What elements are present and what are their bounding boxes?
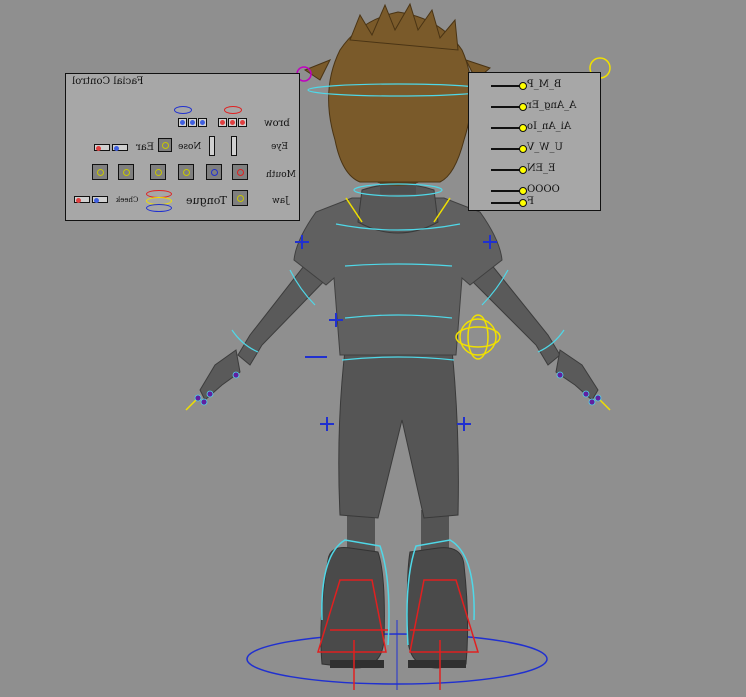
mouth-ctl-3[interactable] bbox=[150, 164, 166, 180]
phoneme-slider-handle[interactable] bbox=[519, 145, 527, 153]
brow-ctl-l2[interactable] bbox=[188, 118, 197, 127]
ear-ctl-1[interactable] bbox=[94, 144, 110, 151]
phoneme-row[interactable]: A_Ang_Er bbox=[469, 100, 602, 112]
tongue-ctl[interactable] bbox=[146, 190, 172, 214]
phoneme-label: B_M_P bbox=[527, 79, 562, 90]
mouth-ctl-2[interactable] bbox=[118, 164, 134, 180]
phoneme-slider-handle[interactable] bbox=[519, 82, 527, 90]
legs[interactable] bbox=[320, 510, 469, 669]
brow-blue-control[interactable] bbox=[174, 106, 192, 114]
label-cheek: Cheek bbox=[116, 196, 139, 204]
cheek-ctl-2[interactable] bbox=[92, 196, 108, 203]
phoneme-row[interactable]: Ai_An_Io bbox=[469, 121, 602, 133]
facial-control-panel[interactable]: Facial Control brow Eye Nose Ear Mouth J… bbox=[65, 73, 300, 221]
phoneme-row[interactable]: U_W_V bbox=[469, 142, 602, 154]
phoneme-row[interactable]: B_M_P bbox=[469, 79, 602, 91]
brow-ctl-l3[interactable] bbox=[198, 118, 207, 127]
nose-ctl[interactable] bbox=[158, 138, 172, 152]
phoneme-label: A_Ang_Er bbox=[527, 100, 577, 111]
mouth-ctl-1[interactable] bbox=[92, 164, 108, 180]
phoneme-label: E_EN bbox=[527, 163, 556, 174]
phoneme-slider-handle[interactable] bbox=[519, 103, 527, 111]
brow-ctl-r1[interactable] bbox=[218, 118, 227, 127]
phoneme-row[interactable]: OOOO bbox=[469, 184, 602, 196]
mouth-ctl-5[interactable] bbox=[206, 164, 222, 180]
phoneme-slider-handle[interactable] bbox=[519, 187, 527, 195]
phoneme-label: Ai_An_Io bbox=[527, 121, 572, 132]
mouth-ctl-6[interactable] bbox=[232, 164, 248, 180]
hair bbox=[303, 2, 491, 183]
brow-ctl-l1[interactable] bbox=[178, 118, 187, 127]
phoneme-slider-handle[interactable] bbox=[519, 124, 527, 132]
phoneme-slider-handle[interactable] bbox=[519, 199, 527, 207]
phoneme-label: F bbox=[527, 196, 534, 207]
phoneme-slider-handle[interactable] bbox=[519, 166, 527, 174]
label-mouth: Mouth bbox=[266, 170, 296, 180]
facial-panel-title: Facial Control bbox=[72, 76, 144, 87]
brow-red-control[interactable] bbox=[224, 106, 242, 114]
label-nose: Nose bbox=[178, 142, 202, 152]
eye-ctl-l[interactable] bbox=[209, 136, 215, 156]
jaw-ctl[interactable] bbox=[232, 190, 248, 206]
phoneme-row[interactable]: E_EN bbox=[469, 163, 602, 175]
label-ear: Ear bbox=[136, 142, 155, 153]
brow-ctl-r3[interactable] bbox=[238, 118, 247, 127]
3d-viewport[interactable]: Facial Control brow Eye Nose Ear Mouth J… bbox=[0, 0, 746, 697]
eye-ctl-r[interactable] bbox=[231, 136, 237, 156]
ear-ctl-2[interactable] bbox=[112, 144, 128, 151]
phoneme-control-panel[interactable]: B_M_P A_Ang_Er Ai_An_Io U_W_V E_EN OOOO … bbox=[468, 72, 601, 211]
label-brow: brow bbox=[264, 118, 290, 129]
brow-ctl-r2[interactable] bbox=[228, 118, 237, 127]
shorts[interactable] bbox=[338, 349, 459, 519]
label-eye: Eye bbox=[271, 142, 288, 152]
phoneme-row[interactable]: F bbox=[469, 196, 602, 208]
phoneme-label: OOOO bbox=[527, 184, 560, 195]
phoneme-label: U_W_V bbox=[527, 142, 563, 153]
label-jaw: Jaw bbox=[272, 196, 289, 206]
mouth-ctl-4[interactable] bbox=[178, 164, 194, 180]
cheek-ctl-1[interactable] bbox=[74, 196, 90, 203]
label-tongue: Tongue bbox=[186, 194, 227, 207]
